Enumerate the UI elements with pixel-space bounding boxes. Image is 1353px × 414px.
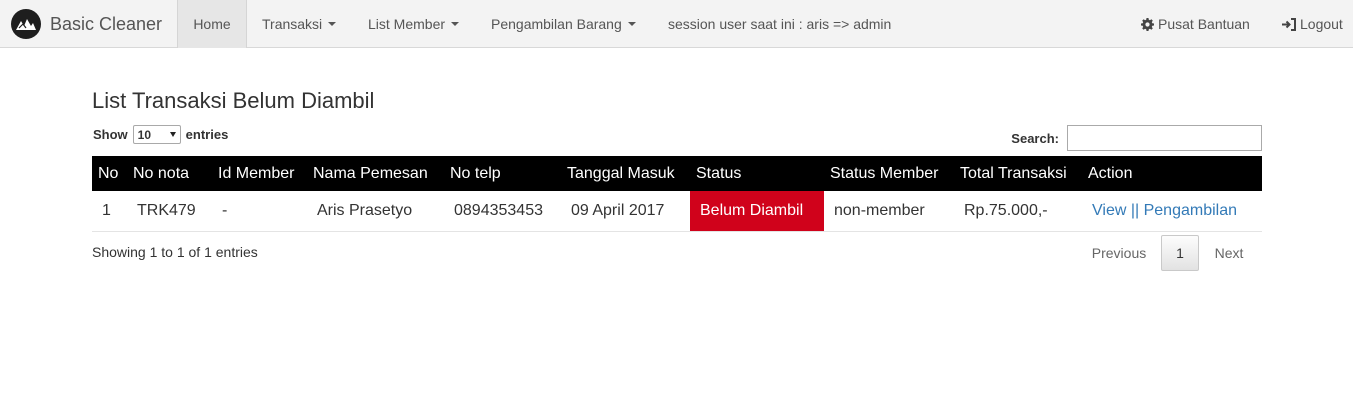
entries-length-control: Show 10 entries — [93, 125, 228, 144]
col-header-status-member[interactable]: Status Member — [824, 156, 954, 191]
page-1-button[interactable]: 1 — [1161, 235, 1199, 271]
col-header-no[interactable]: No — [92, 156, 127, 191]
nav-transaksi-label: Transaksi — [262, 16, 323, 32]
caret-down-icon — [451, 22, 460, 26]
col-header-tanggal-masuk[interactable]: Tanggal Masuk — [561, 156, 690, 191]
transactions-table: No No nota Id Member Nama Pemesan No tel… — [92, 156, 1262, 232]
entries-select[interactable]: 10 — [132, 125, 181, 144]
nav-home[interactable]: Home — [177, 0, 247, 48]
table-info: Showing 1 to 1 of 1 entries — [92, 244, 258, 260]
cell-nama-pemesan: Aris Prasetyo — [317, 201, 413, 219]
search-filter: Search: — [1011, 125, 1262, 151]
caret-down-icon — [627, 22, 636, 26]
session-info: session user saat ini : aris => admin — [668, 16, 892, 32]
cell-no-telp: 0894353453 — [454, 201, 543, 219]
pengambilan-link[interactable]: Pengambilan — [1144, 202, 1237, 219]
pagination: Previous 1 Next — [1077, 235, 1259, 271]
brand-logo-icon — [11, 9, 41, 39]
nav-logout-label: Logout — [1300, 16, 1343, 32]
caret-down-icon — [328, 22, 337, 26]
search-label: Search: — [1011, 130, 1059, 146]
nav-list-member-label: List Member — [368, 16, 446, 32]
cell-status-member: non-member — [834, 201, 925, 219]
cell-no: 1 — [102, 201, 111, 219]
cell-no-nota: TRK479 — [137, 201, 196, 219]
col-header-status[interactable]: Status — [690, 156, 824, 191]
nav-pengambilan-barang[interactable]: Pengambilan Barang — [491, 0, 636, 48]
cell-action: View || Pengambilan — [1082, 191, 1262, 231]
show-label: Show — [93, 127, 128, 142]
nav-pusat-bantuan[interactable]: Pusat Bantuan — [1141, 0, 1250, 48]
action-separator: || — [1130, 201, 1140, 219]
brand[interactable]: Basic Cleaner — [0, 0, 162, 48]
col-header-id-member[interactable]: Id Member — [212, 156, 307, 191]
nav-transaksi[interactable]: Transaksi — [262, 0, 337, 48]
cell-id-member: - — [222, 201, 228, 219]
view-link[interactable]: View — [1092, 202, 1126, 219]
next-button[interactable]: Next — [1199, 235, 1259, 271]
col-header-no-nota[interactable]: No nota — [127, 156, 212, 191]
page-title: List Transaksi Belum Diambil — [92, 88, 375, 113]
previous-button[interactable]: Previous — [1077, 235, 1161, 271]
col-header-action[interactable]: Action — [1082, 156, 1262, 191]
entries-label: entries — [185, 127, 229, 142]
cell-tanggal-masuk: 09 April 2017 — [571, 201, 665, 219]
status-badge: Belum Diambil — [690, 191, 824, 231]
navbar: Basic Cleaner Home Transaksi List Member… — [0, 0, 1353, 48]
chevron-down-icon — [169, 132, 176, 137]
col-header-nama-pemesan[interactable]: Nama Pemesan — [307, 156, 444, 191]
nav-logout[interactable]: Logout — [1282, 0, 1343, 48]
table-header-row: No No nota Id Member Nama Pemesan No tel… — [92, 156, 1262, 191]
col-header-no-telp[interactable]: No telp — [444, 156, 561, 191]
entries-select-value: 10 — [137, 127, 152, 142]
nav-home-label: Home — [193, 16, 231, 32]
search-input[interactable] — [1067, 125, 1262, 151]
brand-name: Basic Cleaner — [50, 13, 163, 34]
nav-pusat-bantuan-label: Pusat Bantuan — [1158, 16, 1250, 32]
gear-icon — [1141, 17, 1154, 31]
table-row: 1 TRK479 - Aris Prasetyo 0894353453 09 A… — [92, 191, 1262, 231]
nav-pengambilan-barang-label: Pengambilan Barang — [491, 16, 622, 32]
nav-list-member[interactable]: List Member — [368, 0, 460, 48]
col-header-total-transaksi[interactable]: Total Transaksi — [954, 156, 1082, 191]
cell-total-transaksi: Rp.75.000,- — [964, 201, 1048, 219]
logout-icon — [1282, 17, 1296, 31]
